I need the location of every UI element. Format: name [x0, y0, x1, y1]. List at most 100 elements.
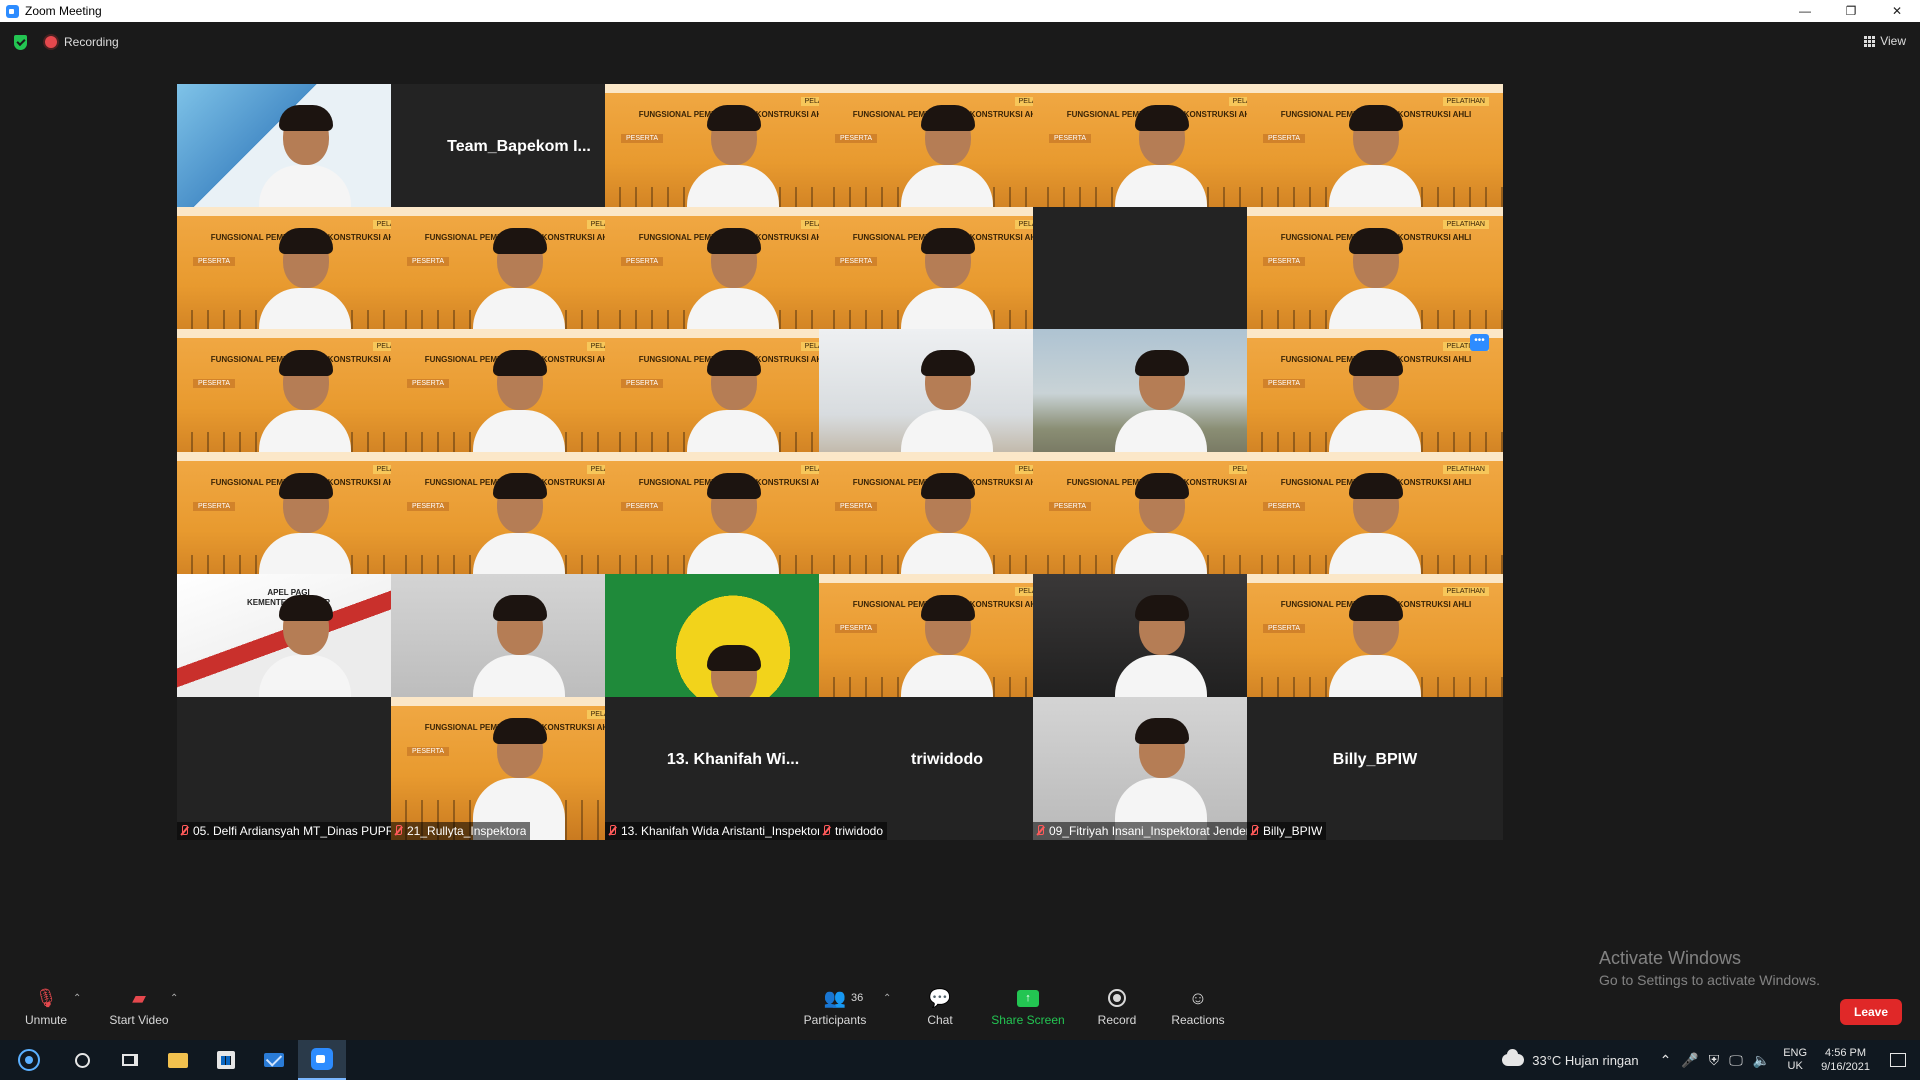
- gallery-view: Panitia - Bapekom PUPR Wilayah IIITeam_B…: [177, 84, 1745, 980]
- video-tile[interactable]: PELATIHANFUNGSIONAL PEMBINA JASA KONSTRU…: [1247, 574, 1503, 717]
- banner-peserta-label: PESERTA: [1263, 379, 1306, 388]
- banner-peserta-label: PESERTA: [621, 502, 664, 511]
- smiley-plus-icon: ☺: [1188, 987, 1208, 1008]
- recording-indicator[interactable]: Recording: [45, 35, 119, 49]
- cortana-icon: [18, 1049, 40, 1071]
- store-icon: [217, 1051, 235, 1069]
- title-bar: Zoom Meeting — ❐ ✕: [0, 0, 1920, 22]
- banner-peserta-label: PESERTA: [1263, 502, 1306, 511]
- banner-peserta-label: PESERTA: [193, 379, 236, 388]
- search-button[interactable]: [58, 1040, 106, 1080]
- banner-peserta-label: PESERTA: [407, 379, 450, 388]
- video-tile[interactable]: PELATIHANFUNGSIONAL PEMBINA JASA KONSTRU…: [1247, 329, 1503, 472]
- audio-options-chevron-icon[interactable]: ⌃: [73, 993, 81, 1004]
- participant-name: triwidodo: [835, 824, 884, 838]
- activate-windows-watermark: Activate Windows Go to Settings to activ…: [1599, 948, 1820, 988]
- volume-icon[interactable]: 🔈: [1753, 1052, 1770, 1069]
- weather-text[interactable]: 33°C Hujan ringan: [1532, 1053, 1638, 1068]
- grid-icon: [1864, 35, 1876, 47]
- folder-icon: [168, 1052, 188, 1068]
- share-screen-button[interactable]: ↑ Share Screen: [990, 985, 1066, 1039]
- muted-microphone-icon: [180, 825, 188, 837]
- language-indicator[interactable]: ENG UK: [1783, 1047, 1807, 1073]
- participant-name-label: 05. Delfi Ardiansyah MT_Dinas PUPR R...: [177, 822, 421, 840]
- record-button[interactable]: Record: [1095, 985, 1139, 1039]
- banner-pelatihan-label: PELATIHAN: [1442, 465, 1489, 474]
- more-options-icon[interactable]: •••: [1470, 334, 1489, 351]
- muted-microphone-icon: [822, 825, 830, 837]
- store-button[interactable]: [202, 1040, 250, 1080]
- participant-name: 09_Fitriyah Insani_Inspektorat Jenderal: [1049, 824, 1260, 838]
- participants-count: 36: [851, 992, 864, 1004]
- banner-peserta-label: PESERTA: [621, 134, 664, 143]
- chat-button[interactable]: 💬 Chat: [924, 985, 956, 1039]
- encryption-shield-icon[interactable]: [14, 34, 27, 50]
- clock-time: 4:56 PM: [1825, 1047, 1867, 1059]
- recording-dot-icon: [45, 36, 57, 48]
- video-tile[interactable]: Billy_BPIW Billy_BPIW: [1247, 697, 1503, 840]
- participant-name: 21_Rullyta_Inspektora: [407, 824, 527, 838]
- participant-name-label: 13. Khanifah Wida Aristanti_Inspektora..…: [605, 822, 842, 840]
- banner-peserta-label: PESERTA: [621, 257, 664, 266]
- close-button[interactable]: ✕: [1874, 0, 1920, 22]
- view-label: View: [1880, 34, 1906, 48]
- keyboard-layout: UK: [1787, 1060, 1803, 1072]
- share-screen-icon: ↑: [1017, 985, 1039, 1011]
- security-icon[interactable]: ⛨: [1709, 1052, 1720, 1069]
- muted-microphone-icon: [394, 825, 402, 837]
- network-icon[interactable]: 🖵: [1729, 1052, 1743, 1069]
- restore-button[interactable]: ❐: [1828, 0, 1874, 22]
- start-button[interactable]: [0, 1040, 58, 1080]
- show-hidden-icons-chevron-icon[interactable]: ⌃: [1660, 1052, 1672, 1069]
- clock[interactable]: 4:56 PM 9/16/2021: [1821, 1046, 1870, 1074]
- banner-peserta-label: PESERTA: [193, 257, 236, 266]
- banner-peserta-label: PESERTA: [835, 134, 878, 143]
- task-view-icon: [122, 1054, 138, 1066]
- share-screen-label: Share Screen: [991, 1013, 1065, 1027]
- banner-peserta-label: PESERTA: [1049, 134, 1092, 143]
- start-video-button[interactable]: ▰ Start Video: [104, 985, 174, 1039]
- zoom-icon: [311, 1048, 333, 1070]
- mail-button[interactable]: [250, 1040, 298, 1080]
- system-tray: 33°C Hujan ringan ⌃ 🎤 ⛨ 🖵 🔈 ENG UK 4:56 …: [1502, 1040, 1920, 1080]
- record-icon: [1108, 985, 1126, 1011]
- file-explorer-button[interactable]: [154, 1040, 202, 1080]
- banner-peserta-label: PESERTA: [1263, 257, 1306, 266]
- banner-peserta-label: PESERTA: [407, 747, 450, 756]
- task-view-button[interactable]: [106, 1040, 154, 1080]
- banner-peserta-label: PESERTA: [621, 379, 664, 388]
- search-icon: [74, 1052, 90, 1068]
- minimize-button[interactable]: —: [1782, 0, 1828, 22]
- mail-icon: [264, 1053, 284, 1067]
- banner-peserta-label: PESERTA: [193, 502, 236, 511]
- participant-name-label: 21_Rullyta_Inspektora: [391, 822, 531, 840]
- leave-button[interactable]: Leave: [1840, 999, 1902, 1025]
- view-button[interactable]: View: [1864, 34, 1906, 48]
- banner-peserta-label: PESERTA: [1263, 624, 1306, 633]
- reactions-button[interactable]: ☺ Reactions: [1170, 985, 1226, 1039]
- record-label: Record: [1097, 1013, 1137, 1027]
- banner-peserta-label: PESERTA: [407, 502, 450, 511]
- banner-pelatihan-label: PELATIHAN: [1442, 97, 1489, 106]
- banner-peserta-label: PESERTA: [1049, 502, 1092, 511]
- chat-label: Chat: [927, 1013, 953, 1027]
- banner-peserta-label: PESERTA: [835, 502, 878, 511]
- notification-center-icon[interactable]: [1890, 1053, 1906, 1067]
- unmute-button[interactable]: 🎙 Unmute: [22, 985, 70, 1039]
- participants-options-chevron-icon[interactable]: ⌃: [883, 993, 891, 1004]
- video-options-chevron-icon[interactable]: ⌃: [170, 993, 178, 1004]
- video-tile[interactable]: PELATIHANFUNGSIONAL PEMBINA JASA KONSTRU…: [1247, 84, 1503, 227]
- participant-name: 05. Delfi Ardiansyah MT_Dinas PUPR R...: [193, 824, 417, 838]
- participant-name-label: Billy_BPIW: [1247, 822, 1327, 840]
- zoom-meeting-window: Zoom Meeting — ❐ ✕ Recording View Paniti…: [0, 0, 1920, 1080]
- weather-cloud-icon[interactable]: [1502, 1049, 1525, 1066]
- unmute-label: Unmute: [24, 1013, 68, 1027]
- start-video-label: Start Video: [109, 1013, 169, 1027]
- zoom-app-icon: [6, 4, 19, 18]
- activate-windows-title: Activate Windows: [1599, 948, 1742, 968]
- microphone-icon[interactable]: 🎤: [1681, 1052, 1698, 1069]
- zoom-taskbar-button[interactable]: [298, 1040, 346, 1080]
- chat-bubble-icon: 💬: [928, 987, 952, 1008]
- muted-microphone-icon: 🎙: [34, 987, 58, 1008]
- muted-microphone-icon: [608, 825, 616, 837]
